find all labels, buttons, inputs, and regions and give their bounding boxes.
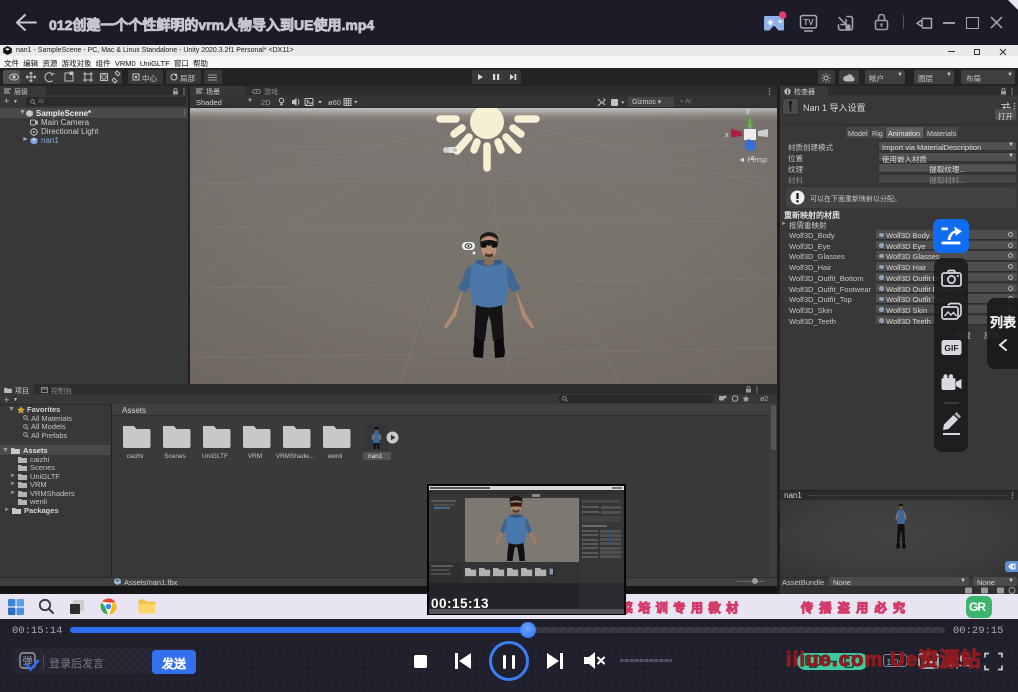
- svg-text:ø60: ø60: [328, 98, 341, 107]
- svg-text:x: x: [725, 132, 729, 139]
- svg-text:y: y: [746, 108, 750, 115]
- svg-text:VRMShade...: VRMShade...: [276, 453, 315, 460]
- svg-text:VRM: VRM: [248, 453, 262, 460]
- svg-text:wenli: wenli: [327, 453, 343, 460]
- svg-text:ø2: ø2: [760, 396, 768, 403]
- svg-text:◄ Persp: ◄ Persp: [738, 155, 767, 164]
- svg-text:GIF: GIF: [944, 343, 958, 353]
- svg-text:caizhi: caizhi: [127, 453, 144, 460]
- svg-text:Scenes: Scenes: [164, 453, 186, 460]
- svg-text:TV: TV: [803, 18, 814, 27]
- svg-text:UniGLTF: UniGLTF: [202, 453, 228, 460]
